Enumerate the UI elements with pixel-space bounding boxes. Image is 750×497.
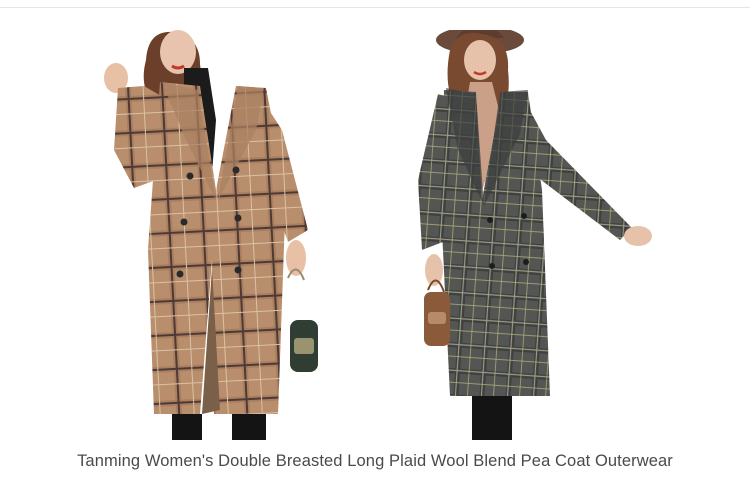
product-image[interactable]: [88, 30, 678, 440]
camel-coat-model: [104, 30, 318, 440]
top-divider: [0, 0, 750, 8]
grey-coat-model: [418, 30, 652, 440]
product-card[interactable]: Tanming Women's Double Breasted Long Pla…: [0, 8, 750, 497]
product-title[interactable]: Tanming Women's Double Breasted Long Pla…: [0, 452, 750, 471]
